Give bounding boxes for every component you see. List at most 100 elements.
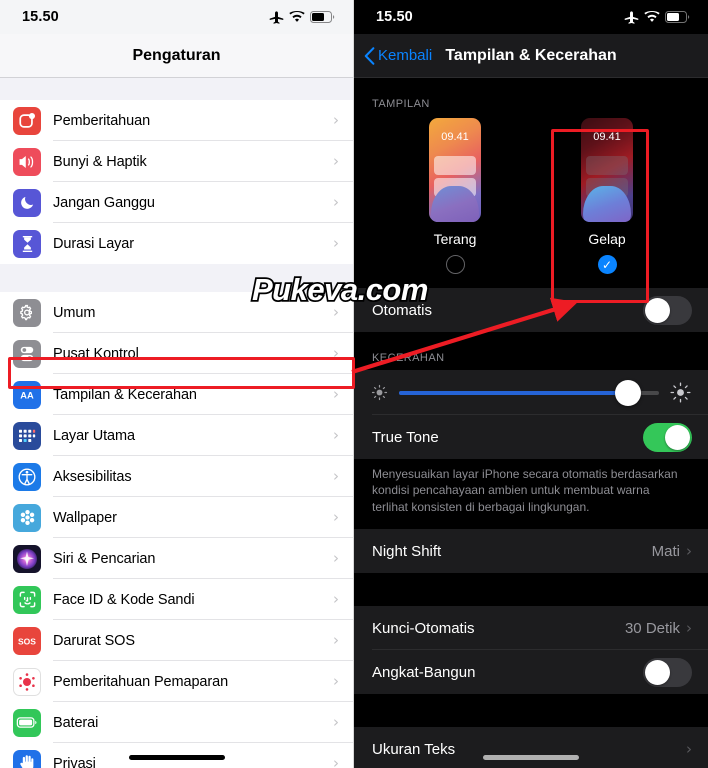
chevron-right-icon: › — [333, 672, 339, 690]
sound-haptics-icon — [13, 147, 41, 176]
row-true-tone[interactable]: True Tone — [354, 415, 708, 459]
row-angkat-bangun[interactable]: Angkat-Bangun — [354, 650, 708, 694]
chevron-right-icon: › — [333, 385, 339, 403]
toggle-otomatis[interactable] — [643, 295, 692, 325]
radio-dark-selected[interactable]: ✓ — [597, 255, 617, 274]
sidebar-item-label: Umum — [53, 304, 96, 321]
sun-large-icon — [670, 382, 691, 403]
status-time: 15.50 — [22, 9, 59, 25]
sidebar-item-durasi-layar[interactable]: Durasi Layar › — [0, 223, 353, 264]
sidebar-item-label: Baterai — [53, 714, 99, 731]
true-tone-description: Menyesuaikan layar iPhone secara otomati… — [354, 459, 708, 530]
sidebar-item-label: Darurat SOS — [53, 632, 135, 649]
text-size-group: Ukuran Teks › — [354, 727, 708, 768]
sidebar-item-pusat-kontrol[interactable]: Pusat Kontrol › — [0, 333, 353, 374]
chevron-right-icon: › — [333, 234, 339, 252]
sidebar-item-label: Siri & Pencarian — [53, 550, 156, 567]
row-night-shift[interactable]: Night Shift Mati › — [354, 529, 708, 573]
gear-icon — [13, 298, 41, 327]
sidebar-item-bunyi-haptik[interactable]: Bunyi & Haptik › — [0, 141, 353, 182]
sidebar-item-wallpaper[interactable]: Wallpaper › — [0, 497, 353, 538]
sidebar-item-label: Wallpaper — [53, 509, 117, 526]
exposure-notification-icon — [13, 667, 41, 696]
chevron-right-icon: › — [686, 542, 692, 561]
preview-card — [586, 156, 628, 175]
notifications-icon — [13, 106, 41, 135]
sidebar-item-face-id[interactable]: Face ID & Kode Sandi › — [0, 579, 353, 620]
night-shift-group: Night Shift Mati › — [354, 529, 708, 574]
svg-text:AA: AA — [20, 390, 34, 400]
right-status-bar: 15.50 — [354, 0, 708, 34]
airplane-mode-icon — [624, 10, 639, 24]
chevron-right-icon: › — [333, 193, 339, 211]
appearance-label-light: Terang — [433, 231, 477, 247]
toggle-true-tone[interactable] — [643, 422, 692, 452]
sidebar-item-label: Tampilan & Kecerahan — [53, 386, 197, 403]
svg-text:SOS: SOS — [18, 636, 36, 646]
chevron-right-icon: › — [333, 549, 339, 567]
appearance-selector: 09.41 Terang 09.41 Gelap ✓ — [354, 116, 708, 274]
chevron-right-icon: › — [333, 467, 339, 485]
sidebar-item-jangan-ganggu[interactable]: Jangan Ganggu › — [0, 182, 353, 223]
back-button[interactable]: Kembali — [364, 46, 432, 65]
toggle-knob — [645, 297, 670, 323]
group-gap — [354, 573, 708, 607]
control-center-icon — [13, 339, 41, 368]
screenshot-stage: 15.50 Pengaturan Pemberitahuan › Bunyi &… — [0, 0, 708, 768]
settings-group-1: Pemberitahuan › Bunyi & Haptik › Jangan … — [0, 100, 353, 264]
right-nav-bar: Kembali Tampilan & Kecerahan — [354, 34, 708, 78]
appearance-option-light[interactable]: 09.41 Terang — [413, 118, 497, 274]
sidebar-item-label: Durasi Layar — [53, 235, 134, 252]
sidebar-item-aksesibilitas[interactable]: Aksesibilitas › — [0, 456, 353, 497]
sidebar-item-label: Jangan Ganggu — [53, 194, 155, 211]
chevron-right-icon: › — [333, 152, 339, 170]
status-time: 15.50 — [376, 9, 413, 25]
row-label: Night Shift — [372, 542, 442, 560]
sidebar-item-baterai[interactable]: Baterai › — [0, 702, 353, 743]
sidebar-item-label: Face ID & Kode Sandi — [53, 591, 195, 608]
face-id-icon — [13, 585, 41, 614]
list-section-gap — [0, 264, 353, 292]
brightness-group: True Tone — [354, 370, 708, 459]
row-label: True Tone — [372, 428, 439, 446]
row-label: Otomatis — [372, 301, 433, 319]
sidebar-item-layar-utama[interactable]: Layar Utama › — [0, 415, 353, 456]
home-screen-icon — [13, 421, 41, 450]
dark-mode-preview: 09.41 — [581, 118, 633, 222]
sidebar-item-label: Aksesibilitas — [53, 468, 132, 485]
sidebar-item-label: Layar Utama — [53, 427, 135, 444]
wifi-icon — [644, 11, 660, 22]
row-kunci-otomatis[interactable]: Kunci-Otomatis 30 Detik › — [354, 606, 708, 651]
sidebar-item-pemberitahuan-pemaparan[interactable]: Pemberitahuan Pemaparan › — [0, 661, 353, 702]
chevron-right-icon: › — [333, 713, 339, 731]
brightness-knob[interactable] — [614, 379, 641, 406]
brightness-track[interactable] — [399, 379, 659, 406]
auto-lock-group: Kunci-Otomatis 30 Detik › Angkat-Bangun — [354, 606, 708, 695]
preview-card — [434, 156, 476, 175]
radio-light-unselected[interactable] — [445, 255, 465, 274]
automatic-group: Otomatis — [354, 288, 708, 332]
row-otomatis[interactable]: Otomatis — [354, 288, 708, 332]
sidebar-item-label: Bunyi & Haptik — [53, 153, 147, 170]
sidebar-item-umum[interactable]: Umum › — [0, 292, 353, 333]
sidebar-item-tampilan-kecerahan[interactable]: AA Tampilan & Kecerahan › — [0, 374, 353, 415]
row-label: Kunci-Otomatis — [372, 619, 475, 637]
sidebar-item-label: Pemberitahuan Pemaparan — [53, 673, 229, 690]
section-header-display: TAMPILAN — [354, 78, 708, 116]
sidebar-item-siri-pencarian[interactable]: Siri & Pencarian › — [0, 538, 353, 579]
chevron-right-icon: › — [333, 344, 339, 362]
chevron-left-icon — [364, 46, 375, 65]
appearance-label-dark: Gelap — [588, 231, 626, 247]
brightness-slider-row[interactable] — [354, 370, 708, 415]
status-icons — [269, 10, 335, 24]
section-header-brightness: KECERAHAN — [354, 332, 708, 370]
row-value: Mati — [651, 542, 680, 560]
airplane-mode-icon — [269, 10, 284, 24]
chevron-right-icon: › — [686, 740, 692, 759]
sidebar-item-darurat-sos[interactable]: SOS Darurat SOS › — [0, 620, 353, 661]
settings-group-2: Umum › Pusat Kontrol › AA Tampilan & Kec… — [0, 292, 353, 768]
row-ukuran-teks[interactable]: Ukuran Teks › — [354, 727, 708, 768]
sidebar-item-pemberitahuan[interactable]: Pemberitahuan › — [0, 100, 353, 141]
toggle-angkat-bangun[interactable] — [643, 657, 692, 687]
appearance-option-dark[interactable]: 09.41 Gelap ✓ — [565, 118, 649, 274]
